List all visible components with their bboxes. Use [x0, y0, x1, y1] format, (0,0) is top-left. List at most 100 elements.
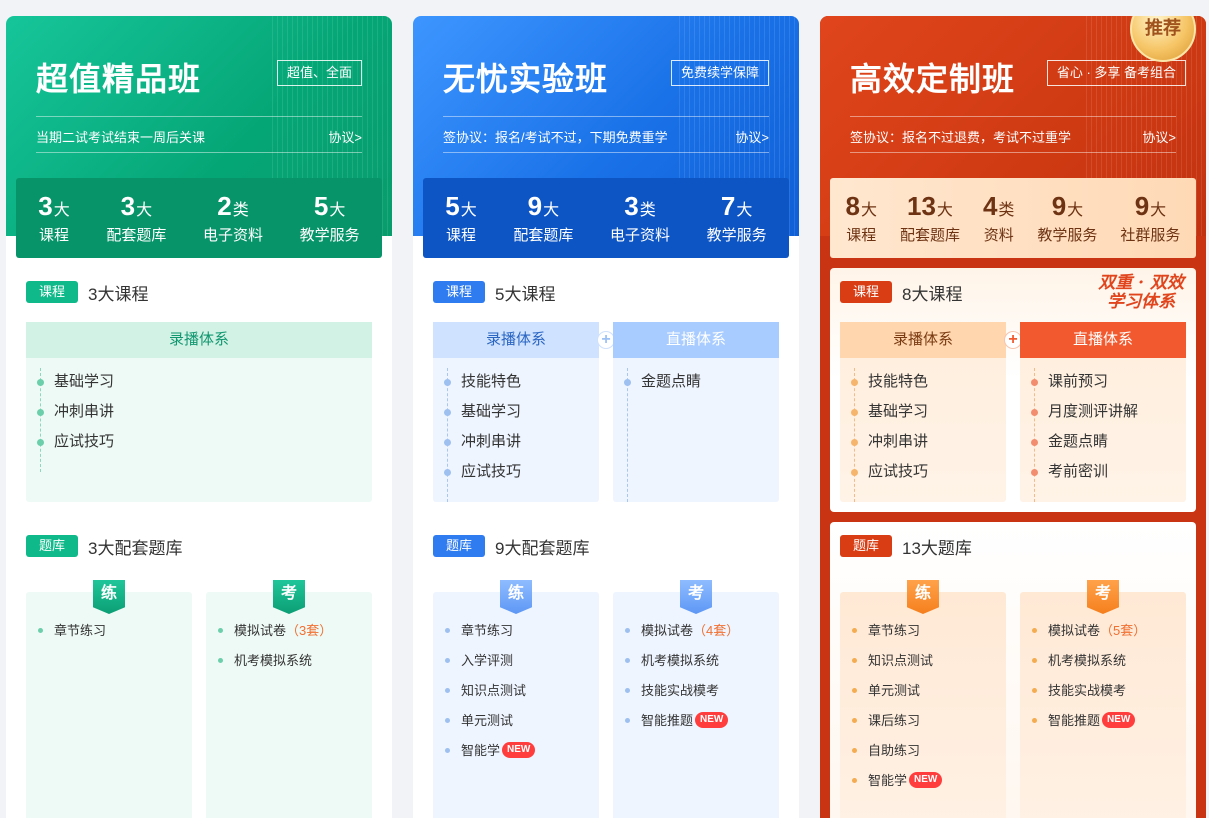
stat-label: 课程 — [446, 227, 477, 244]
slogan-line: 双重 · 双效 — [1098, 273, 1184, 293]
exam-ribbon: 考 — [273, 580, 305, 614]
live-system-box: 直播体系 课前预习 月度测评讲解 金题点睛 考前密训 — [1020, 322, 1186, 502]
list-item: 章节练习 — [38, 622, 106, 652]
practice-list: 章节练习 入学评测 知识点测试 单元测试 智能学 NEW — [445, 622, 536, 772]
course-list: 技能特色 基础学习 冲刺串讲 应试技巧 — [443, 368, 521, 502]
recommend-medal: 推荐 — [1126, 16, 1200, 66]
list-item: 基础学习 — [36, 372, 114, 402]
recorded-system-title: 录播体系 — [433, 322, 599, 358]
stat-unit: 类 — [232, 202, 249, 219]
list-item: 模拟试卷（3套） — [218, 622, 332, 652]
stat-label: 资料 — [983, 227, 1014, 244]
stat-number: 7 — [720, 191, 736, 221]
list-item: 技能实战模考 — [625, 682, 739, 712]
list-item: 技能实战模考 — [1032, 682, 1146, 712]
list-item: 基础学习 — [850, 402, 928, 432]
stat-label: 课程 — [39, 227, 70, 244]
list-item: 技能特色 — [850, 372, 928, 402]
stat-unit: 类 — [639, 202, 656, 219]
exam-list: 模拟试卷（5套） 机考模拟系统 技能实战模考 智能推题 NEW — [1032, 622, 1146, 742]
stat-number: 3 — [38, 191, 53, 221]
new-badge: NEW — [695, 712, 729, 728]
course-panel: 课程 8大课程 双重 · 双效 学习体系 录播体系 技能特色 基础学习 冲刺串讲… — [830, 268, 1196, 512]
list-item: 基础学习 — [443, 402, 521, 432]
stat-item: 9大 教学服务 — [1037, 191, 1097, 245]
course-section-header: 课程 3大课程 — [26, 280, 148, 304]
agreement-link[interactable]: 协议> — [328, 127, 362, 146]
recorded-system-title: 录播体系 — [26, 322, 372, 358]
exam-box: 考 模拟试卷（4套） 机考模拟系统 技能实战模考 智能推题 NEW — [613, 580, 779, 818]
course-list: 基础学习 冲刺串讲 应试技巧 — [36, 368, 114, 472]
plan-card-wuyou[interactable]: 无忧实验班 免费续学保障 签协议：报名/考试不过，下期免费重学 协议> 5大 课程… — [413, 16, 799, 818]
stat-label: 社群服务 — [1120, 227, 1181, 244]
agreement-row: 当期二试考试结束一周后关课 协议> — [36, 116, 362, 153]
exam-box: 考 模拟试卷（5套） 机考模拟系统 技能实战模考 智能推题 NEW — [1020, 580, 1186, 818]
plan-tag: 超值、全面 — [276, 60, 362, 86]
bank-badge: 题库 — [840, 535, 892, 557]
stat-label: 电子资料 — [610, 227, 671, 244]
plan-card-gaoxiao[interactable]: 高效定制班 省心 · 多享 备考组合 签协议：报名不过退费，考试不过重学 协议>… — [820, 16, 1206, 818]
course-section-header: 课程 5大课程 — [433, 280, 555, 304]
recorded-system-box: 录播体系 基础学习 冲刺串讲 应试技巧 — [26, 322, 372, 502]
stats-bar: 8大 课程 13大 配套题库 4类 资料 9大 教学服务 9大 社群服务 — [830, 178, 1196, 258]
bank-section-header: 题库 9大配套题库 — [433, 534, 589, 558]
list-item: 自助练习 — [852, 742, 942, 772]
course-section-title: 8大课程 — [902, 284, 963, 304]
list-item: 冲刺串讲 — [850, 432, 928, 462]
stat-item: 3类电子资料 — [610, 191, 670, 245]
bank-badge: 题库 — [433, 535, 485, 557]
stat-unit: 大 — [460, 202, 477, 219]
stat-label: 教学服务 — [706, 227, 767, 244]
stat-item: 2类 电子资料 — [203, 191, 263, 245]
stat-number: 13 — [906, 191, 936, 221]
list-item: 智能推题 NEW — [1032, 712, 1146, 742]
list-item: 课前预习 — [1030, 372, 1138, 402]
plan-title: 无忧实验班 — [443, 61, 609, 97]
agreement-text: 当期二试考试结束一周后关课 — [36, 130, 206, 145]
list-item: 模拟试卷（5套） — [1032, 622, 1146, 652]
recorded-system-box: 录播体系 技能特色 基础学习 冲刺串讲 应试技巧 — [840, 322, 1006, 502]
stat-number: 8 — [845, 191, 860, 221]
bank-badge: 题库 — [26, 535, 78, 557]
practice-list: 章节练习 知识点测试 单元测试 课后练习 自助练习 智能学 NEW — [852, 622, 943, 802]
medal-label: 推荐 — [1145, 18, 1181, 38]
set-count: （5套） — [1100, 623, 1147, 638]
list-item: 单元测试 — [852, 682, 942, 712]
stat-unit: 类 — [998, 202, 1015, 219]
card-body: 课程 3大课程 录播体系 基础学习 冲刺串讲 应试技巧 题库 3大配套题库 练 … — [6, 266, 392, 818]
agreement-row: 签协议：报名不过退费，考试不过重学 协议> — [850, 116, 1176, 153]
agreement-link[interactable]: 协议> — [1142, 127, 1176, 146]
plan-title: 高效定制班 — [850, 61, 1016, 97]
stat-number: 4 — [982, 191, 998, 221]
stat-item: 3大 配套题库 — [106, 191, 166, 245]
new-badge: NEW — [502, 742, 536, 758]
stat-unit: 大 — [329, 202, 346, 219]
plan-card-jingpin[interactable]: 超值精品班 超值、全面 当期二试考试结束一周后关课 协议> 3大 课程 3大 配套题… — [6, 16, 392, 818]
list-item: 考前密训 — [1030, 462, 1138, 492]
stat-label: 配套题库 — [899, 227, 960, 244]
list-item: 冲刺串讲 — [443, 432, 521, 462]
bank-panel: 题库 13大题库 练 章节练习 知识点测试 单元测试 课后练习 自助练习 智能学… — [830, 522, 1196, 818]
agreement-text: 签协议：报名/考试不过，下期免费重学 — [443, 130, 668, 145]
stats-bar: 3大 课程 3大 配套题库 2类 电子资料 5大 教学服务 — [16, 178, 382, 258]
slogan: 双重 · 双效 学习体系 — [1098, 274, 1184, 312]
stat-item: 13大 配套题库 — [900, 191, 960, 245]
course-list: 金题点睛 — [623, 368, 701, 502]
list-item: 金题点睛 — [1030, 432, 1138, 462]
bank-section-title: 9大配套题库 — [495, 538, 590, 558]
card-body: 课程 5大课程 录播体系 技能特色 基础学习 冲刺串讲 应试技巧 + 直播体系 … — [413, 266, 799, 818]
practice-box: 练 章节练习 — [26, 580, 192, 818]
bank-section-title: 3大配套题库 — [88, 538, 183, 558]
list-item: 应试技巧 — [36, 432, 114, 462]
stat-number: 2 — [217, 191, 232, 221]
stat-unit: 大 — [543, 202, 560, 219]
stat-unit: 大 — [1067, 202, 1084, 219]
stat-number: 3 — [624, 191, 639, 221]
list-item: 月度测评讲解 — [1030, 402, 1138, 432]
stat-number: 3 — [120, 191, 136, 221]
exam-list: 模拟试卷（4套） 机考模拟系统 技能实战模考 智能推题 NEW — [625, 622, 739, 742]
list-item: 冲刺串讲 — [36, 402, 114, 432]
practice-ribbon: 练 — [907, 580, 939, 614]
agreement-link[interactable]: 协议> — [735, 127, 769, 146]
exam-ribbon: 考 — [680, 580, 712, 614]
